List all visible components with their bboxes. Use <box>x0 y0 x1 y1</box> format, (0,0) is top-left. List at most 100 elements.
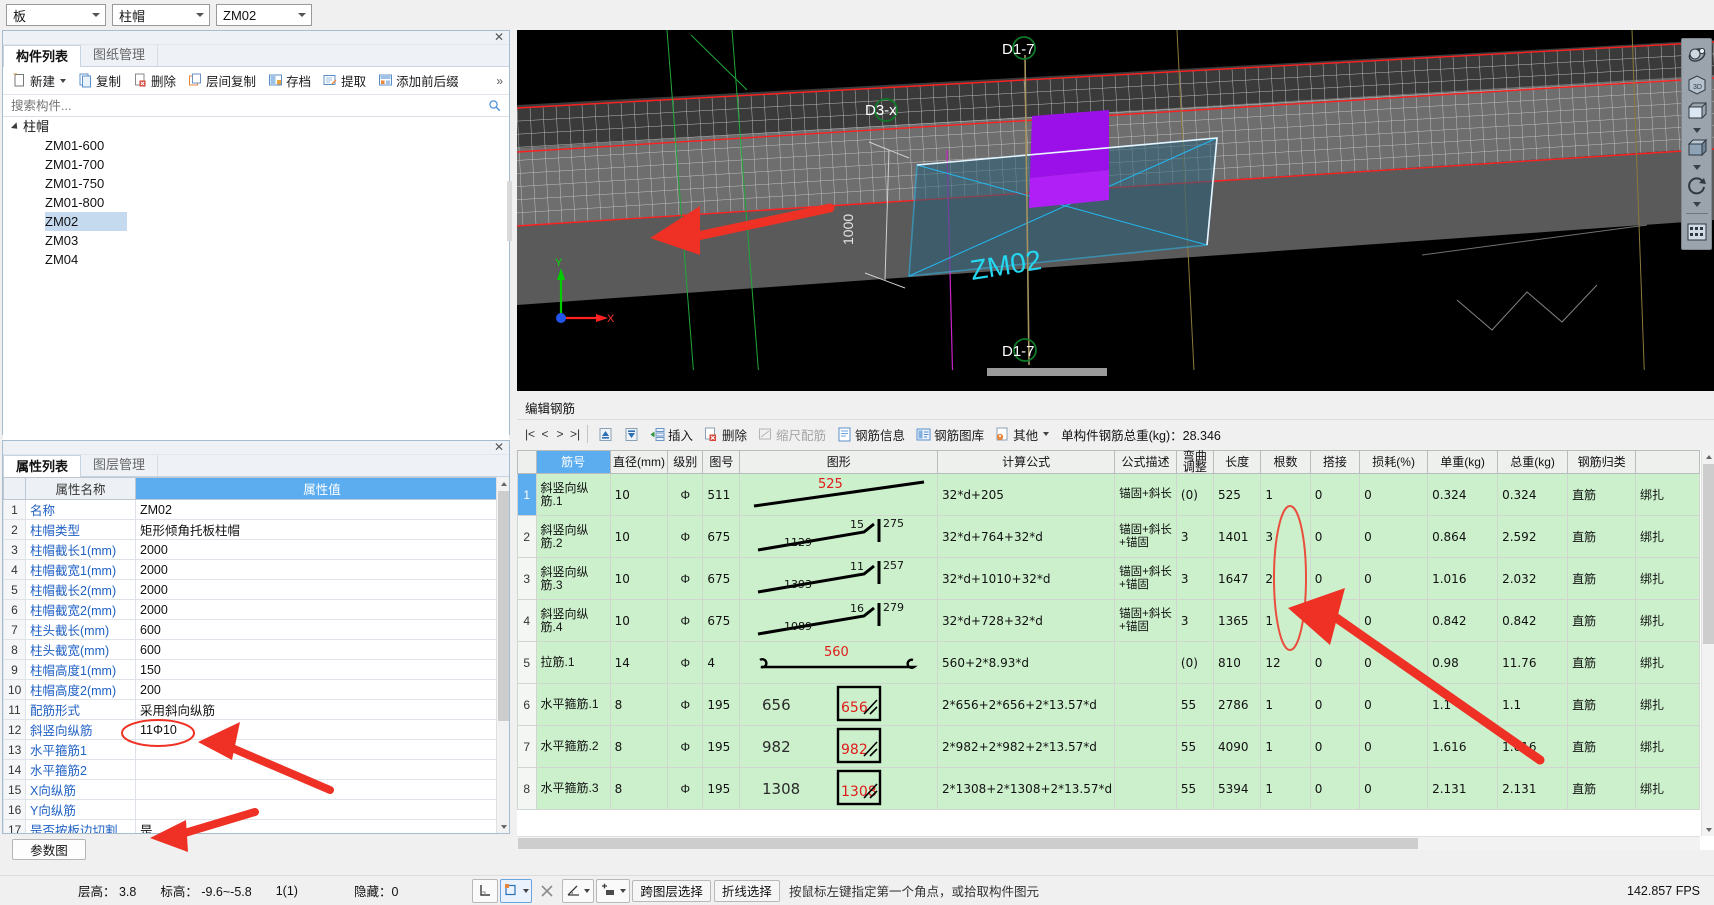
cell-bend-adjust[interactable]: 3 <box>1175 599 1214 642</box>
property-value[interactable]: 2000 <box>135 579 509 600</box>
cell-diameter[interactable]: 8 <box>609 683 669 726</box>
cell-tuhao[interactable]: 675 <box>702 599 741 642</box>
cell-grade[interactable]: Φ <box>667 683 704 726</box>
cell-length[interactable]: 5394 <box>1212 767 1262 810</box>
cell-diameter[interactable]: 10 <box>609 557 669 600</box>
layer-copy-button[interactable]: 层间复制 <box>183 69 261 93</box>
col-extra[interactable] <box>1635 450 1700 474</box>
cell-tuhao[interactable]: 195 <box>702 725 741 768</box>
rebar-info-button[interactable]: 钢筋信息 <box>832 422 910 446</box>
view-3d-icon[interactable]: 3D <box>1684 71 1710 97</box>
cell-extra[interactable]: 绑扎 <box>1635 683 1700 726</box>
cell-diameter[interactable]: 14 <box>609 641 669 684</box>
cell-loss[interactable]: 0 <box>1359 599 1429 642</box>
cell-lap[interactable]: 0 <box>1309 725 1361 768</box>
cell-tuhao[interactable]: 195 <box>702 767 741 810</box>
cell-grade[interactable]: Φ <box>667 725 704 768</box>
polyline-select-button[interactable]: 折线选择 <box>713 879 780 902</box>
table-row[interactable]: 1 斜竖向纵筋.1 10 Φ 511 525 32*d+205 锚固+斜长 (0) 525 1 0 0 0… <box>517 473 1700 516</box>
table-row[interactable]: 9 柱帽高度1(mm) 150 <box>3 659 509 680</box>
cell-classify[interactable]: 直筋 <box>1567 683 1637 726</box>
cell-lap[interactable]: 0 <box>1309 473 1361 516</box>
tab-component-list[interactable]: 构件列表 <box>3 45 82 67</box>
cell-bend-adjust[interactable]: 55 <box>1175 767 1214 810</box>
display-settings-icon[interactable] <box>1684 219 1710 245</box>
search-input[interactable] <box>9 97 464 114</box>
table-row[interactable]: 7 水平箍筋.2 8 Φ 195 982 982 2*982+2*982+2*13.57*d 5… <box>517 725 1700 768</box>
cell-extra[interactable]: 绑扎 <box>1635 557 1700 600</box>
cell-length[interactable]: 525 <box>1212 473 1262 516</box>
table-row[interactable]: 3 斜竖向纵筋.3 10 Φ 675 1393 11 257 32*d+1010+32*d 锚固+… <box>517 557 1700 600</box>
list-item-selected[interactable]: ZM02 <box>45 212 127 231</box>
cell-formula-desc[interactable] <box>1114 641 1177 684</box>
property-value[interactable]: 是 <box>135 819 509 833</box>
property-value[interactable] <box>135 799 509 820</box>
col-diameter[interactable]: 直径(mm) <box>609 450 669 474</box>
move-up-button[interactable] <box>593 422 618 446</box>
cell-length[interactable]: 1401 <box>1212 515 1262 558</box>
cell-unit-weight[interactable]: 2.131 <box>1427 767 1499 810</box>
cell-unit-weight[interactable]: 0.324 <box>1427 473 1499 516</box>
chevron-down-icon[interactable] <box>522 888 529 893</box>
cell-shape[interactable]: 560 <box>739 641 939 684</box>
cell-classify[interactable]: 直筋 <box>1567 767 1637 810</box>
cell-classify[interactable]: 直筋 <box>1567 725 1637 768</box>
chevron-down-icon[interactable] <box>620 888 627 893</box>
close-cross-icon[interactable] <box>534 879 560 903</box>
cell-length[interactable]: 1647 <box>1212 557 1262 600</box>
cell-jinhao[interactable]: 水平箍筋.3 <box>535 767 611 810</box>
cell-unit-weight[interactable]: 0.842 <box>1427 599 1499 642</box>
cell-length[interactable]: 4090 <box>1212 725 1262 768</box>
cell-length[interactable]: 810 <box>1212 641 1262 684</box>
horizontal-splitter[interactable] <box>517 391 1714 398</box>
cell-diameter[interactable]: 8 <box>609 767 669 810</box>
cell-formula-desc[interactable] <box>1114 683 1177 726</box>
rebar-grid-hscrollbar[interactable] <box>517 836 1700 850</box>
list-item[interactable]: ZM03 <box>3 231 509 250</box>
cell-lap[interactable]: 0 <box>1309 767 1361 810</box>
list-item[interactable]: ZM01-700 <box>3 155 509 174</box>
col-formula[interactable]: 计算公式 <box>937 450 1116 474</box>
table-row[interactable]: 10 柱帽高度2(mm) 200 <box>3 679 509 700</box>
table-row[interactable]: 6 水平箍筋.1 8 Φ 195 656 656 2*656+2*656+2*13.57*d 5… <box>517 683 1700 726</box>
cell-diameter[interactable]: 10 <box>609 515 669 558</box>
component-search[interactable] <box>3 95 509 117</box>
cell-formula[interactable]: 32*d+764+32*d <box>937 515 1116 558</box>
table-row[interactable]: 16 Y向纵筋 <box>3 799 509 820</box>
move-down-button[interactable] <box>619 422 644 446</box>
solid-box-icon[interactable] <box>1684 136 1710 162</box>
cell-lap[interactable]: 0 <box>1309 599 1361 642</box>
table-row[interactable]: 5 拉筋.1 14 Φ 4 560 560+2*8.93*d (0) 810 12 0 0 0.98 11… <box>517 641 1700 684</box>
scroll-down-arrow[interactable] <box>1702 823 1714 836</box>
3d-viewport[interactable]: Y X ZM02 1000 D1-7 D3-x D1-7 3D <box>517 30 1714 391</box>
cell-formula[interactable]: 2*656+2*656+2*13.57*d <box>937 683 1116 726</box>
chevron-down-icon[interactable] <box>60 78 67 83</box>
cell-extra[interactable]: 绑扎 <box>1635 767 1700 810</box>
property-value[interactable]: 600 <box>135 639 509 660</box>
cell-total-weight[interactable]: 11.76 <box>1497 641 1569 684</box>
toolbar-overflow-button[interactable]: » <box>496 74 503 88</box>
col-unit-weight[interactable]: 单重(kg) <box>1427 450 1499 474</box>
cell-count[interactable]: 2 <box>1260 557 1311 600</box>
cross-layer-select-button[interactable]: 跨图层选择 <box>632 879 711 902</box>
cell-jinhao[interactable]: 斜竖向纵筋.4 <box>535 599 611 642</box>
cell-count[interactable]: 1 <box>1260 725 1311 768</box>
property-value[interactable]: ZM02 <box>135 499 509 520</box>
property-value[interactable]: 150 <box>135 659 509 680</box>
table-row[interactable]: 13 水平箍筋1 <box>3 739 509 760</box>
tab-layer-manage[interactable]: 图层管理 <box>81 454 159 476</box>
table-row[interactable]: 4 柱帽截宽1(mm) 2000 <box>3 559 509 580</box>
cell-tuhao[interactable]: 511 <box>702 473 741 516</box>
property-value[interactable]: 矩形倾角托板柱帽 <box>135 519 509 540</box>
rebar-library-button[interactable]: 钢筋图库 <box>911 422 989 446</box>
insert-button[interactable]: 插入 <box>645 422 698 446</box>
cell-grade[interactable]: Φ <box>667 767 704 810</box>
cell-loss[interactable]: 0 <box>1359 515 1429 558</box>
cell-bend-adjust[interactable]: (0) <box>1175 641 1214 684</box>
cell-formula[interactable]: 2*982+2*982+2*13.57*d <box>937 725 1116 768</box>
col-formula-desc[interactable]: 公式描述 <box>1114 450 1177 474</box>
table-row[interactable]: 8 柱头截宽(mm) 600 <box>3 639 509 660</box>
scroll-down-arrow[interactable] <box>497 820 509 833</box>
cell-extra[interactable]: 绑扎 <box>1635 599 1700 642</box>
cell-loss[interactable]: 0 <box>1359 641 1429 684</box>
